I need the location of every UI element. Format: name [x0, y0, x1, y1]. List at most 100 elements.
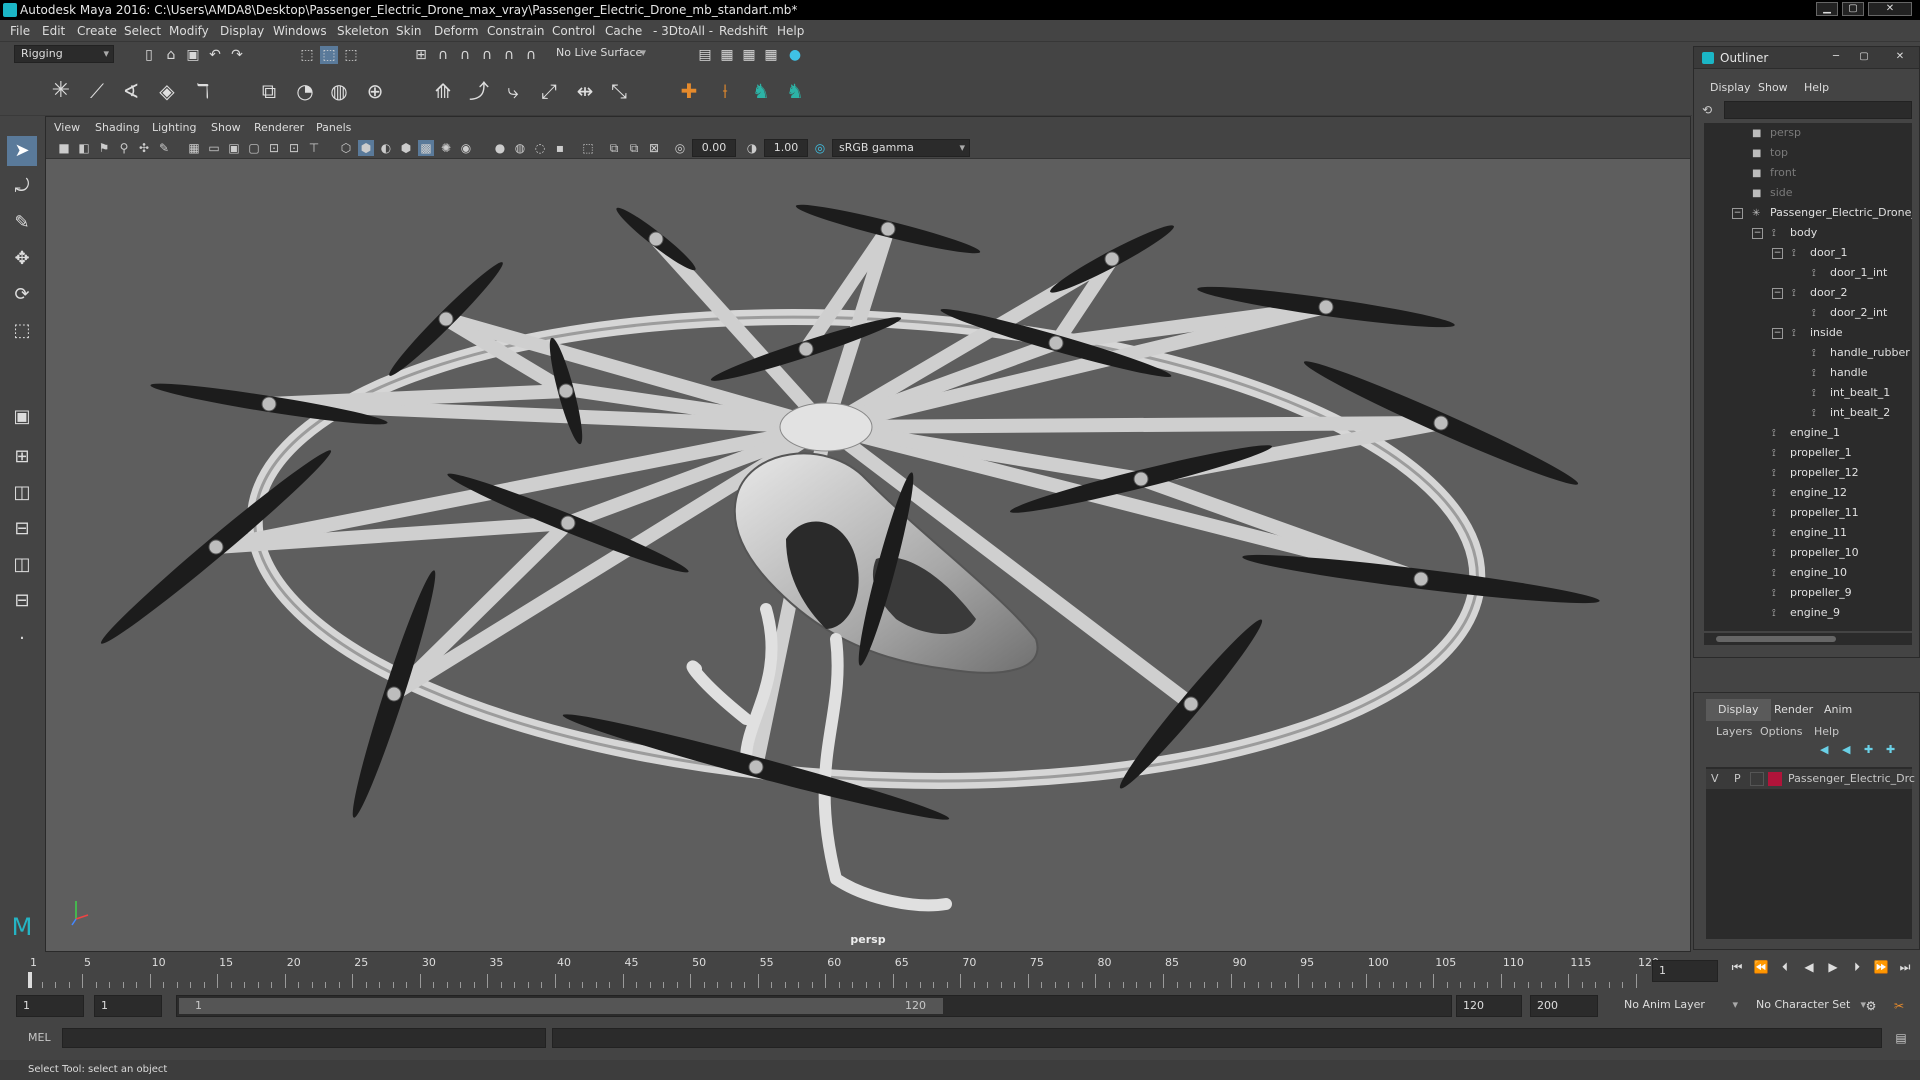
undo-icon[interactable]: ↶: [206, 46, 224, 64]
menu-redshift[interactable]: Redshift: [719, 24, 768, 38]
panel-menu-panels[interactable]: Panels: [316, 121, 351, 134]
move-tool-icon[interactable]: ✥: [7, 244, 37, 274]
xray-icon[interactable]: ⧉: [606, 140, 622, 156]
snap-surface-icon[interactable]: ∩: [500, 46, 518, 64]
locator-icon[interactable]: ✚: [676, 78, 702, 104]
menu-set-dropdown[interactable]: Rigging: [14, 45, 114, 63]
outliner-item[interactable]: − ⟟ door_2: [1772, 283, 1847, 303]
shadows-icon[interactable]: ◉: [458, 140, 474, 156]
outliner-item[interactable]: ■ front: [1752, 163, 1796, 183]
snap-grid-icon[interactable]: ⊞: [412, 46, 430, 64]
render-view-icon[interactable]: ▦: [762, 46, 780, 64]
outliner-search-input[interactable]: [1724, 101, 1912, 119]
expand-toggle-icon[interactable]: −: [1772, 328, 1783, 339]
select-object-icon[interactable]: ⬚: [320, 46, 338, 64]
select-component-icon[interactable]: ⬚: [342, 46, 360, 64]
menu-windows[interactable]: Windows: [273, 24, 327, 38]
outliner-item[interactable]: ⟟ int_bealt_2: [1812, 403, 1890, 423]
play-forward-icon[interactable]: ▶: [1824, 958, 1842, 976]
snap-point-icon[interactable]: ∩: [456, 46, 474, 64]
live-surface-field[interactable]: No Live Surface: [550, 45, 650, 63]
use-all-lights-icon[interactable]: ✺: [438, 140, 454, 156]
anim-preferences-icon[interactable]: ✂: [1890, 997, 1908, 1015]
wrap-icon[interactable]: ◍: [326, 78, 352, 104]
start-time-field[interactable]: 1: [16, 995, 84, 1017]
command-language-label[interactable]: MEL: [28, 1031, 51, 1044]
outliner-item[interactable]: ⟟ handle: [1812, 363, 1868, 383]
side-by-side-icon[interactable]: ◫: [7, 478, 37, 508]
select-tool-icon[interactable]: ➤: [7, 136, 37, 166]
render-frame-icon[interactable]: ▦: [718, 46, 736, 64]
skin-bind-icon[interactable]: ⟊: [712, 78, 738, 104]
outliner-menu-help[interactable]: Help: [1804, 81, 1829, 94]
smooth-shade-icon[interactable]: ⬢: [358, 140, 374, 156]
panel-menu-renderer[interactable]: Renderer: [254, 121, 304, 134]
menu-display[interactable]: Display: [220, 24, 264, 38]
textured-icon[interactable]: ▩: [418, 140, 434, 156]
safe-title-icon[interactable]: ⊤: [306, 140, 322, 156]
command-input[interactable]: [62, 1028, 546, 1048]
grease-pencil-icon[interactable]: ✎: [156, 140, 172, 156]
resolution-gate-icon[interactable]: ▣: [226, 140, 242, 156]
exposure-field[interactable]: 0.00: [692, 139, 736, 157]
point-constraint-icon[interactable]: ⟰: [430, 78, 456, 104]
range-slider[interactable]: 1 120: [176, 995, 1452, 1017]
tab-display[interactable]: Display: [1706, 699, 1771, 721]
outliner-item[interactable]: − ⟟ body: [1752, 223, 1817, 243]
outliner-item[interactable]: ⟟ engine_1: [1772, 423, 1840, 443]
hik-icon[interactable]: ℸ: [190, 78, 216, 104]
script-editor-icon[interactable]: ▤: [1892, 1029, 1910, 1047]
layers-menu-help[interactable]: Help: [1814, 725, 1839, 738]
outliner-item[interactable]: ⟟ propeller_10: [1772, 543, 1859, 563]
dof-icon[interactable]: ▪: [552, 140, 568, 156]
tab-anim[interactable]: Anim: [1812, 699, 1864, 721]
save-scene-icon[interactable]: ▣: [184, 46, 202, 64]
gate-mask-icon[interactable]: ▢: [246, 140, 262, 156]
isolate-select-icon[interactable]: ⬚: [580, 140, 596, 156]
outliner-item[interactable]: ■ persp: [1752, 123, 1801, 143]
step-back-key-icon[interactable]: ⏪: [1752, 958, 1770, 976]
ipr-render-icon[interactable]: ▦: [740, 46, 758, 64]
expand-toggle-icon[interactable]: −: [1752, 228, 1763, 239]
current-frame-field[interactable]: 1: [1652, 960, 1718, 982]
outliner-item[interactable]: ⟟ engine_10: [1772, 563, 1847, 583]
layer-color-swatch[interactable]: [1768, 772, 1782, 786]
hik-character-icon[interactable]: ♞: [748, 78, 774, 104]
single-view-icon[interactable]: ▣: [7, 402, 37, 432]
scale-constraint-icon[interactable]: ⤢: [536, 78, 562, 104]
anim-layer-dropdown[interactable]: No Anim Layer: [1618, 995, 1742, 1017]
new-layer-icon[interactable]: ✚: [1864, 743, 1880, 759]
parent-constraint-icon[interactable]: ⇹: [572, 78, 598, 104]
layers-menu-options[interactable]: Options: [1760, 725, 1802, 738]
ik-spline-icon[interactable]: ∢: [118, 78, 144, 104]
scale-tool-icon[interactable]: ⬚: [7, 316, 37, 346]
aim-constraint-icon[interactable]: ⤴: [466, 78, 492, 104]
outliner-item[interactable]: ⟟ engine_12: [1772, 483, 1847, 503]
menu-help[interactable]: Help: [777, 24, 804, 38]
outliner-scroll-thumb[interactable]: [1716, 636, 1836, 642]
current-time-marker[interactable]: [28, 972, 32, 988]
menu-file[interactable]: File: [10, 24, 30, 38]
expand-toggle-icon[interactable]: −: [1772, 248, 1783, 259]
menu-deform[interactable]: Deform: [434, 24, 479, 38]
outliner-item[interactable]: ⟟ door_1_int: [1812, 263, 1887, 283]
anim-end-field[interactable]: 200: [1530, 995, 1598, 1017]
menu-cache[interactable]: Cache: [605, 24, 642, 38]
2d-pan-icon[interactable]: ✣: [136, 140, 152, 156]
menu-3dtoall[interactable]: - 3DtoAll -: [653, 24, 713, 38]
tool-settings-icon[interactable]: ·: [7, 624, 37, 654]
move-layer-up-icon[interactable]: ◀: [1820, 743, 1836, 759]
range-slider-handle[interactable]: [179, 998, 943, 1014]
outliner-item[interactable]: ⟟ int_bealt_1: [1812, 383, 1890, 403]
wireframe-icon[interactable]: ⬡: [338, 140, 354, 156]
motion-blur-icon[interactable]: ◍: [512, 140, 528, 156]
menu-constrain[interactable]: Constrain: [487, 24, 545, 38]
aa-icon[interactable]: ◌: [532, 140, 548, 156]
go-to-start-icon[interactable]: ⏮: [1728, 958, 1746, 976]
panel-menu-show[interactable]: Show: [211, 121, 241, 134]
render-settings-icon[interactable]: ▤: [696, 46, 714, 64]
panel-menu-view[interactable]: View: [54, 121, 80, 134]
anim-start-field[interactable]: 1: [94, 995, 162, 1017]
joint-tool-icon[interactable]: ✳: [48, 78, 74, 104]
outliner-item[interactable]: ⟟ propeller_9: [1772, 583, 1852, 603]
